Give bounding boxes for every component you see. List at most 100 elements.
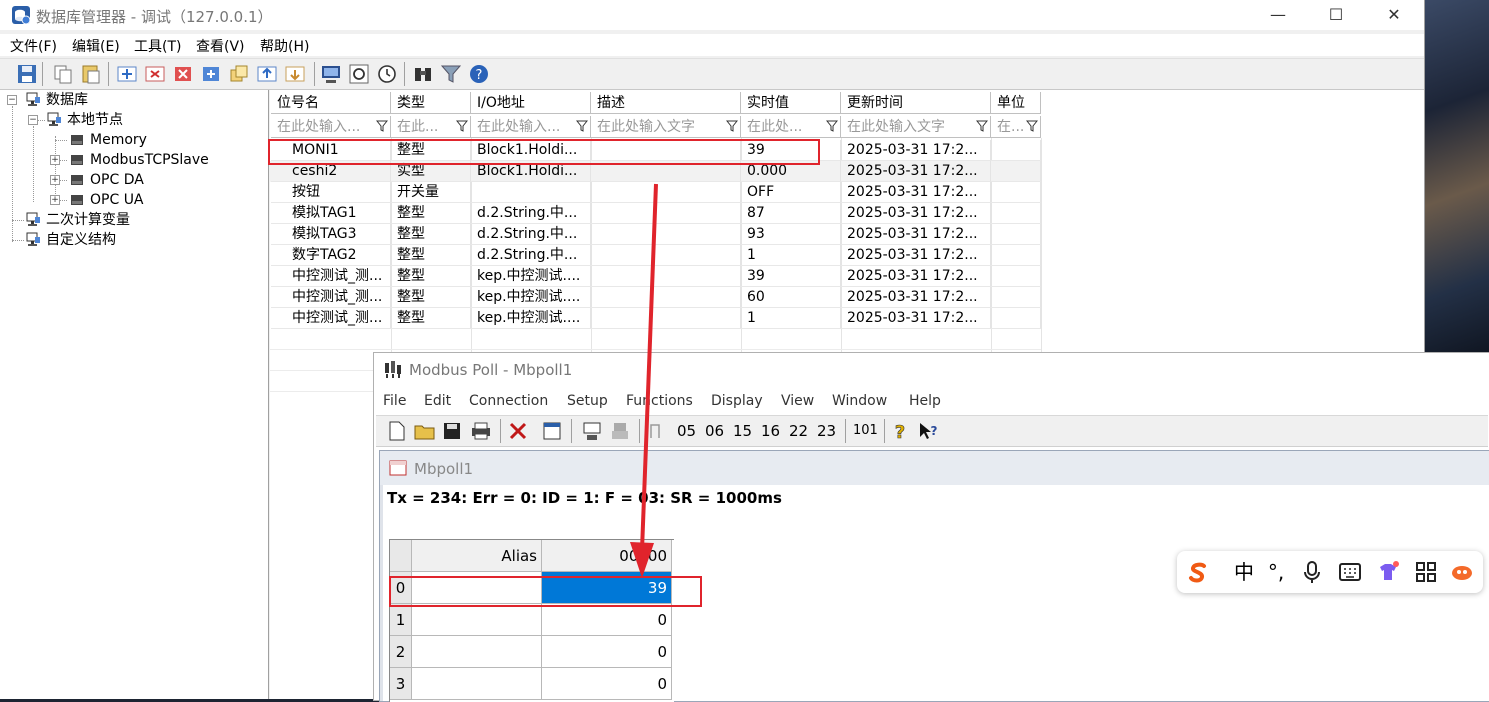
cell-tag[interactable]: 模拟TAG1	[271, 203, 391, 224]
register-value-cell[interactable]: 0	[542, 636, 672, 668]
save-icon[interactable]	[442, 420, 462, 442]
cell-io-address[interactable]: kep.中控测试....	[471, 287, 591, 308]
cell-unit[interactable]	[991, 224, 1041, 245]
refresh-icon[interactable]	[348, 63, 370, 85]
function-06-button[interactable]: 06	[705, 420, 724, 442]
alias-cell[interactable]	[412, 668, 542, 700]
monitor-icon[interactable]	[320, 63, 342, 85]
column-header-unit[interactable]: 单位	[991, 92, 1041, 114]
expand-icon[interactable]: +	[50, 155, 60, 165]
filter-icon[interactable]	[576, 120, 588, 132]
alias-header[interactable]: Alias	[412, 540, 542, 572]
import-icon[interactable]	[256, 63, 278, 85]
disconnect-icon[interactable]	[508, 420, 528, 442]
cell-tag[interactable]: 中控测试_测...	[271, 266, 391, 287]
cell-io-address[interactable]: d.2.String.中...	[471, 224, 591, 245]
cell-realtime-value[interactable]: 87	[741, 203, 841, 224]
cell-update-time[interactable]: 2025-03-31 17:2...	[841, 266, 991, 287]
new-file-icon[interactable]	[388, 420, 406, 442]
filter-icon[interactable]	[376, 120, 388, 132]
tree-item-secondary-vars[interactable]: 二次计算变量	[0, 210, 260, 230]
mb-menu-help[interactable]: Help	[909, 393, 941, 409]
menu-view[interactable]: 查看(V)	[196, 36, 245, 56]
tree-item-modbustcpslave[interactable]: + ModbusTCPSlave	[0, 150, 260, 170]
cell-io-address[interactable]	[471, 182, 591, 203]
delete-icon[interactable]	[172, 63, 194, 85]
cell-io-address[interactable]: d.2.String.中...	[471, 245, 591, 266]
sogou-logo-icon[interactable]	[1185, 559, 1211, 585]
copy-icon[interactable]	[52, 63, 74, 85]
cell-type[interactable]: 整型	[391, 224, 471, 245]
cell-io-address[interactable]: kep.中控测试....	[471, 308, 591, 329]
cell-update-time[interactable]: 2025-03-31 17:2...	[841, 287, 991, 308]
keyboard-icon[interactable]	[1337, 559, 1363, 585]
cell-realtime-value[interactable]: 39	[741, 266, 841, 287]
minimize-button[interactable]: —	[1258, 3, 1298, 27]
skin-icon[interactable]	[1375, 559, 1401, 585]
column-header-description[interactable]: 描述	[591, 92, 741, 114]
column-header-update-time[interactable]: 更新时间	[841, 92, 991, 114]
collapse-icon[interactable]: −	[7, 95, 17, 105]
context-help-icon[interactable]: ?	[917, 420, 939, 442]
add-node-icon[interactable]	[200, 63, 222, 85]
filter-icon[interactable]	[1026, 120, 1038, 132]
filter-input-realtime-value[interactable]: 在此处...	[741, 116, 841, 138]
cell-io-address[interactable]: d.2.String.中...	[471, 203, 591, 224]
cell-tag[interactable]: 模拟TAG3	[271, 224, 391, 245]
alias-cell[interactable]	[412, 636, 542, 668]
mb-menu-view[interactable]: View	[781, 393, 814, 409]
cell-update-time[interactable]: 2025-03-31 17:2...	[841, 245, 991, 266]
maximize-button[interactable]: ☐	[1316, 3, 1356, 27]
cell-update-time[interactable]: 2025-03-31 17:2...	[841, 203, 991, 224]
mb-menu-window[interactable]: Window	[832, 393, 887, 409]
tree-item-custom-struct[interactable]: 自定义结构	[0, 230, 260, 250]
cell-type[interactable]: 整型	[391, 308, 471, 329]
cell-realtime-value[interactable]: 60	[741, 287, 841, 308]
cell-unit[interactable]	[991, 140, 1041, 161]
ime-punctuation[interactable]: °,	[1263, 559, 1289, 585]
menu-edit[interactable]: 编辑(E)	[72, 36, 120, 56]
function-23-button[interactable]: 23	[817, 420, 836, 442]
filter-input-tag[interactable]: 在此处输入...	[271, 116, 391, 138]
cell-realtime-value[interactable]: 93	[741, 224, 841, 245]
add-row-icon[interactable]	[116, 63, 138, 85]
column-header-type[interactable]: 类型	[391, 92, 471, 114]
column-header-tag[interactable]: 位号名	[271, 92, 391, 114]
clock-icon[interactable]	[376, 63, 398, 85]
mb-menu-setup[interactable]: Setup	[567, 393, 608, 409]
function-15-button[interactable]: 15	[733, 420, 752, 442]
register-value-cell[interactable]: 0	[542, 604, 672, 636]
cell-tag[interactable]: 按钮	[271, 182, 391, 203]
mb-menu-file[interactable]: File	[383, 393, 406, 409]
cell-update-time[interactable]: 2025-03-31 17:2...	[841, 224, 991, 245]
cell-unit[interactable]	[991, 203, 1041, 224]
cell-unit[interactable]	[991, 182, 1041, 203]
print-icon[interactable]	[470, 420, 492, 442]
export-icon[interactable]	[284, 63, 306, 85]
cell-update-time[interactable]: 2025-03-31 17:2...	[841, 182, 991, 203]
mascot-icon[interactable]	[1449, 559, 1475, 585]
cell-realtime-value[interactable]: 1	[741, 245, 841, 266]
cell-unit[interactable]	[991, 245, 1041, 266]
cell-tag[interactable]: 中控测试_测...	[271, 308, 391, 329]
filter-input-io-address[interactable]: 在此处输入...	[471, 116, 591, 138]
help-icon[interactable]: ?	[891, 420, 909, 442]
filter-icon[interactable]	[826, 120, 838, 132]
cell-type[interactable]: 整型	[391, 203, 471, 224]
register-value-cell[interactable]: 0	[542, 668, 672, 700]
cell-type[interactable]: 整型	[391, 266, 471, 287]
save-icon[interactable]	[16, 63, 38, 85]
filter-icon[interactable]	[440, 63, 462, 85]
tree-item-opc-da[interactable]: + OPC DA	[0, 170, 260, 190]
cell-update-time[interactable]: 2025-03-31 17:2...	[841, 308, 991, 329]
close-button[interactable]: ✕	[1374, 3, 1414, 27]
menu-tools[interactable]: 工具(T)	[134, 36, 181, 56]
function-16-button[interactable]: 16	[761, 420, 780, 442]
help-icon[interactable]: ?	[468, 63, 490, 85]
mb-menu-edit[interactable]: Edit	[424, 393, 451, 409]
tree-item-database[interactable]: − 数据库	[0, 90, 260, 110]
cell-update-time[interactable]: 2025-03-31 17:2...	[841, 140, 991, 161]
filter-icon[interactable]	[976, 120, 988, 132]
cell-tag[interactable]: 数字TAG2	[271, 245, 391, 266]
cell-unit[interactable]	[991, 287, 1041, 308]
